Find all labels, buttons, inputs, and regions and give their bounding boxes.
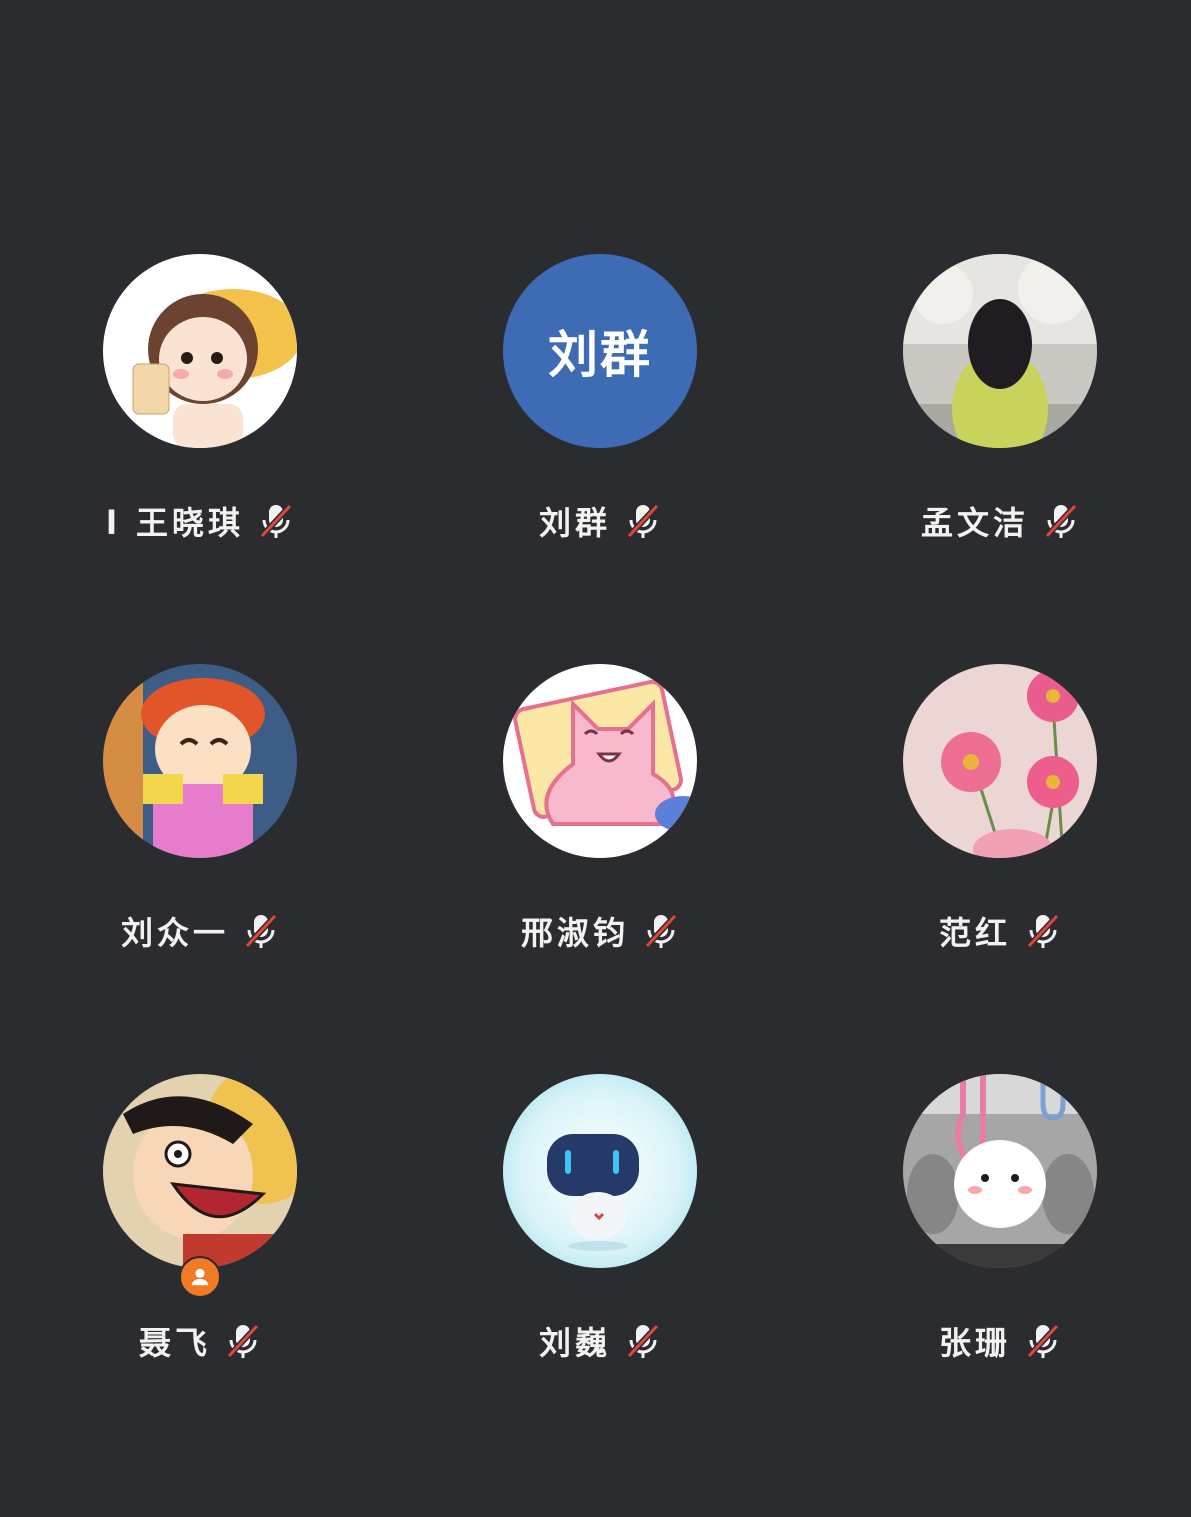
- avatar: [103, 664, 297, 858]
- mic-muted-icon[interactable]: [625, 1322, 661, 1360]
- participant-tile[interactable]: 范红: [840, 664, 1160, 994]
- avatar: [903, 1074, 1097, 1268]
- participant-name: 刘巍: [538, 1324, 611, 1362]
- avatar: [903, 254, 1097, 448]
- mic-muted-icon[interactable]: [625, 502, 661, 540]
- participant-name: l 王晓琪: [105, 504, 245, 542]
- participant-tile[interactable]: 刘群 刘群: [440, 254, 760, 584]
- avatar: 刘群: [503, 254, 697, 448]
- participant-tile[interactable]: l 王晓琪: [40, 254, 360, 584]
- mic-muted-icon[interactable]: [243, 912, 279, 950]
- participant-tile[interactable]: 孟文洁: [840, 254, 1160, 584]
- participant-tile[interactable]: 聂飞: [40, 1074, 360, 1404]
- participant-grid: l 王晓琪 刘群 刘群 孟文洁 刘众一 邢淑钧 范红 聂飞 刘巍 张珊: [0, 0, 1191, 1517]
- mic-muted-icon[interactable]: [225, 1322, 261, 1360]
- participant-tile[interactable]: 邢淑钧: [440, 664, 760, 994]
- participant-name: 范红: [938, 914, 1011, 952]
- participant-name: 刘群: [538, 504, 611, 542]
- participant-name: 孟文洁: [920, 504, 1029, 542]
- participant-name: 邢淑钧: [520, 914, 629, 952]
- avatar: [503, 664, 697, 858]
- participant-name: 刘众一: [120, 914, 229, 952]
- mic-muted-icon[interactable]: [643, 912, 679, 950]
- avatar: [103, 254, 297, 448]
- avatar: [503, 1074, 697, 1268]
- participant-name: 张珊: [938, 1324, 1011, 1362]
- participant-tile[interactable]: 刘众一: [40, 664, 360, 994]
- person-icon: [191, 1268, 209, 1286]
- participant-tile[interactable]: 刘巍: [440, 1074, 760, 1404]
- participant-tile[interactable]: 张珊: [840, 1074, 1160, 1404]
- avatar: [903, 664, 1097, 858]
- mic-muted-icon[interactable]: [1025, 1322, 1061, 1360]
- mic-muted-icon[interactable]: [1025, 912, 1061, 950]
- participant-name: 聂飞: [138, 1324, 211, 1362]
- mic-muted-icon[interactable]: [258, 502, 294, 540]
- avatar: [103, 1074, 297, 1268]
- host-badge: [179, 1256, 221, 1298]
- mic-muted-icon[interactable]: [1043, 502, 1079, 540]
